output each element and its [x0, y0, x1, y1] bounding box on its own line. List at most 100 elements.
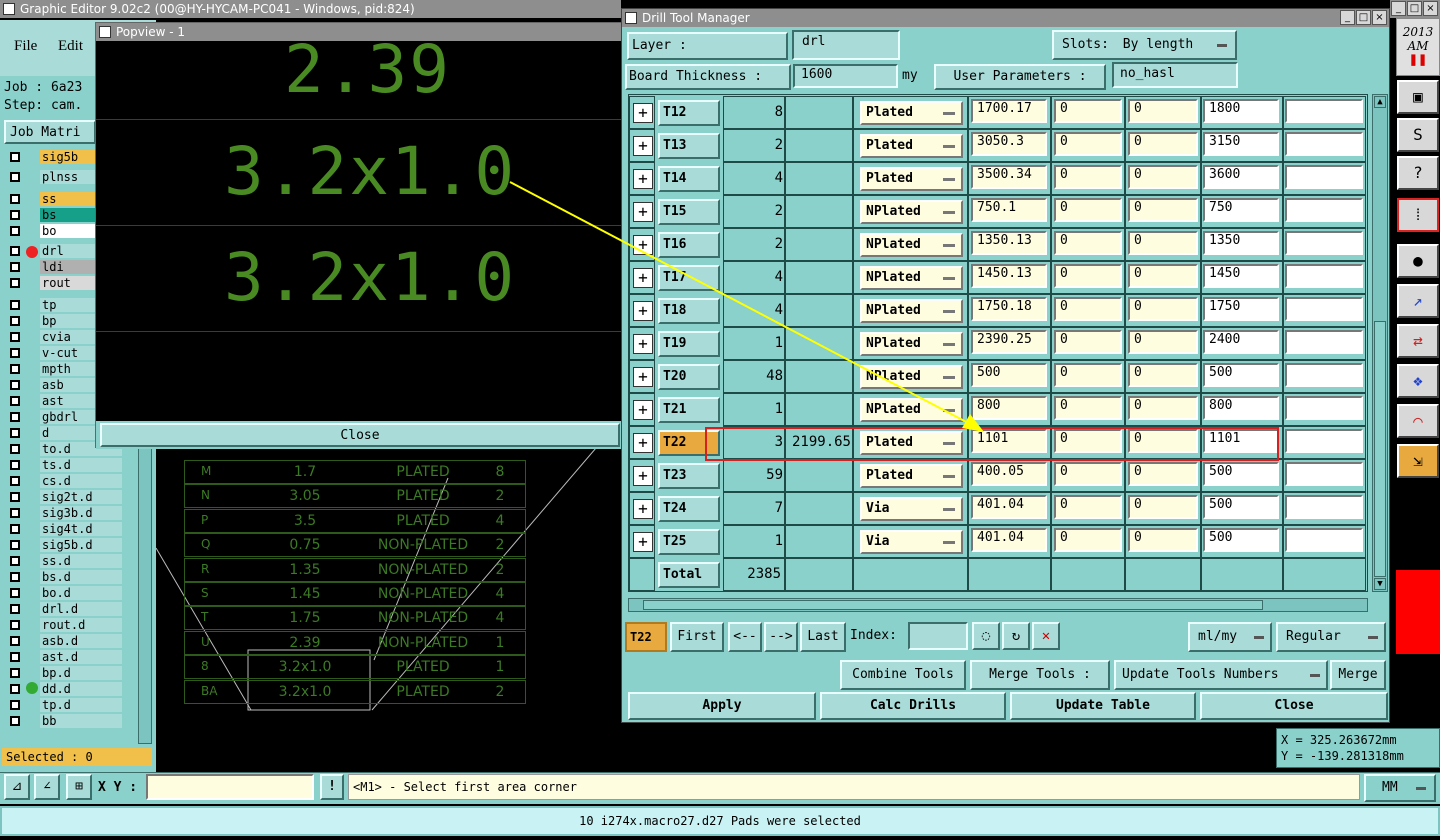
index-input[interactable] [908, 622, 968, 650]
alert-icon[interactable]: ! [320, 774, 344, 800]
plus-icon[interactable]: + [633, 499, 653, 519]
type-select[interactable]: Plated [860, 134, 963, 158]
tol-minus-input[interactable]: 0 [1128, 396, 1198, 420]
tol-plus-input[interactable]: 0 [1054, 396, 1122, 420]
tol-plus-input[interactable]: 0 [1054, 165, 1122, 189]
comment-input[interactable] [1285, 231, 1363, 255]
tol-plus-input[interactable]: 0 [1054, 198, 1122, 222]
checkbox-icon[interactable] [10, 604, 20, 614]
comment-input[interactable] [1285, 165, 1363, 189]
apply-button[interactable]: Apply [628, 692, 816, 720]
window-layout-icon[interactable]: ▣ [1397, 80, 1439, 114]
checkbox-icon[interactable] [10, 194, 20, 204]
maximize-icon[interactable]: □ [1407, 1, 1422, 16]
mode-selector[interactable]: Regular [1276, 622, 1386, 652]
checkbox-icon[interactable] [10, 316, 20, 326]
plus-icon[interactable]: + [633, 136, 653, 156]
checkbox-icon[interactable] [10, 492, 20, 502]
comment-input[interactable] [1285, 429, 1363, 453]
tol-minus-input[interactable]: 0 [1128, 231, 1198, 255]
finish-size-input[interactable]: 3600 [1203, 165, 1279, 189]
dtm-minimize-icon[interactable]: _ [1340, 10, 1355, 25]
tol-plus-input[interactable]: 0 [1054, 363, 1122, 387]
layer-item[interactable]: asb.d [4, 634, 122, 648]
last-button[interactable]: Last [800, 622, 846, 652]
tol-minus-input[interactable]: 0 [1128, 363, 1198, 387]
layer-item[interactable]: sig4t.d [4, 522, 122, 536]
tol-plus-input[interactable]: 0 [1054, 330, 1122, 354]
arc-icon[interactable]: ⌒ [1397, 404, 1439, 438]
checkbox-icon[interactable] [10, 278, 20, 288]
plus-icon[interactable]: + [633, 103, 653, 123]
comment-input[interactable] [1285, 330, 1363, 354]
checkbox-icon[interactable] [10, 300, 20, 310]
checkbox-icon[interactable] [10, 716, 20, 726]
layer-item[interactable]: sig2t.d [4, 490, 122, 504]
layer-item[interactable]: ast.d [4, 650, 122, 664]
tol-plus-input[interactable]: 0 [1054, 462, 1122, 486]
net-icon[interactable]: ⇲ [1397, 444, 1439, 478]
menu-edit[interactable]: Edit [58, 38, 83, 55]
layer-item[interactable]: drl.d [4, 602, 122, 616]
comment-input[interactable] [1285, 495, 1363, 519]
drill-icon[interactable]: ⁞ [1397, 198, 1439, 232]
drill-size-input[interactable]: 401.04 [971, 495, 1047, 519]
drill-size-input[interactable]: 401.04 [971, 528, 1047, 552]
checkbox-icon[interactable] [10, 684, 20, 694]
snap-icon[interactable]: S [1397, 118, 1439, 152]
delete-icon[interactable]: ✕ [1032, 622, 1060, 650]
tol-minus-input[interactable]: 0 [1128, 99, 1198, 123]
layer-item[interactable]: dd.d [4, 682, 122, 696]
layer-item[interactable]: ss.d [4, 554, 122, 568]
checkbox-icon[interactable] [10, 508, 20, 518]
pad-icon[interactable]: ● [1397, 244, 1439, 278]
finish-size-input[interactable]: 750 [1203, 198, 1279, 222]
finish-size-input[interactable]: 500 [1203, 495, 1279, 519]
minimize-icon[interactable]: _ [1391, 1, 1406, 16]
table-row[interactable]: + T25 1 Via 401.04 0 0 500 [629, 525, 1366, 558]
checkbox-icon[interactable] [10, 668, 20, 678]
route-icon[interactable]: ↗ [1397, 284, 1439, 318]
merge-button[interactable]: Merge [1330, 660, 1386, 690]
layer-item[interactable]: cs.d [4, 474, 122, 488]
prev-button[interactable]: <-- [728, 622, 762, 652]
update-table-button[interactable]: Update Table [1010, 692, 1196, 720]
checkbox-icon[interactable] [10, 172, 20, 182]
finish-size-input[interactable]: 1350 [1203, 231, 1279, 255]
finish-size-input[interactable]: 2400 [1203, 330, 1279, 354]
finish-size-input[interactable]: 1750 [1203, 297, 1279, 321]
checkbox-icon[interactable] [10, 572, 20, 582]
layer-field[interactable]: drl [792, 30, 900, 60]
scroll-down-icon[interactable]: ▼ [1374, 578, 1386, 590]
checkbox-icon[interactable] [10, 556, 20, 566]
comment-input[interactable] [1285, 462, 1363, 486]
help-icon[interactable]: ? [1397, 156, 1439, 190]
checkbox-icon[interactable] [10, 428, 20, 438]
type-select[interactable]: Via [860, 530, 963, 554]
tol-plus-input[interactable]: 0 [1054, 99, 1122, 123]
tol-plus-input[interactable]: 0 [1054, 264, 1122, 288]
comment-input[interactable] [1285, 297, 1363, 321]
checkbox-icon[interactable] [10, 332, 20, 342]
tol-minus-input[interactable]: 0 [1128, 132, 1198, 156]
checkbox-icon[interactable] [10, 412, 20, 422]
checkbox-icon[interactable] [10, 620, 20, 630]
zoom-area-icon[interactable]: ⊿ [4, 774, 30, 800]
user-parameters-input[interactable]: no_hasl [1112, 62, 1238, 88]
unit-selector[interactable]: MM [1364, 774, 1436, 802]
comment-input[interactable] [1285, 396, 1363, 420]
checkbox-icon[interactable] [10, 444, 20, 454]
tol-minus-input[interactable]: 0 [1128, 165, 1198, 189]
xy-input[interactable] [146, 774, 314, 800]
update-numbers-selector[interactable]: Update Tools Numbers [1114, 660, 1328, 690]
tool-name[interactable]: T24 [658, 496, 720, 522]
measure-icon[interactable]: ∠ [34, 774, 60, 800]
finish-size-input[interactable]: 800 [1203, 396, 1279, 420]
layer-item[interactable]: bo.d [4, 586, 122, 600]
checkbox-icon[interactable] [10, 246, 20, 256]
tol-plus-input[interactable]: 0 [1054, 495, 1122, 519]
finish-size-input[interactable]: 1450 [1203, 264, 1279, 288]
refresh-icon[interactable]: ↻ [1002, 622, 1030, 650]
first-button[interactable]: First [670, 622, 724, 652]
next-button[interactable]: --> [764, 622, 798, 652]
